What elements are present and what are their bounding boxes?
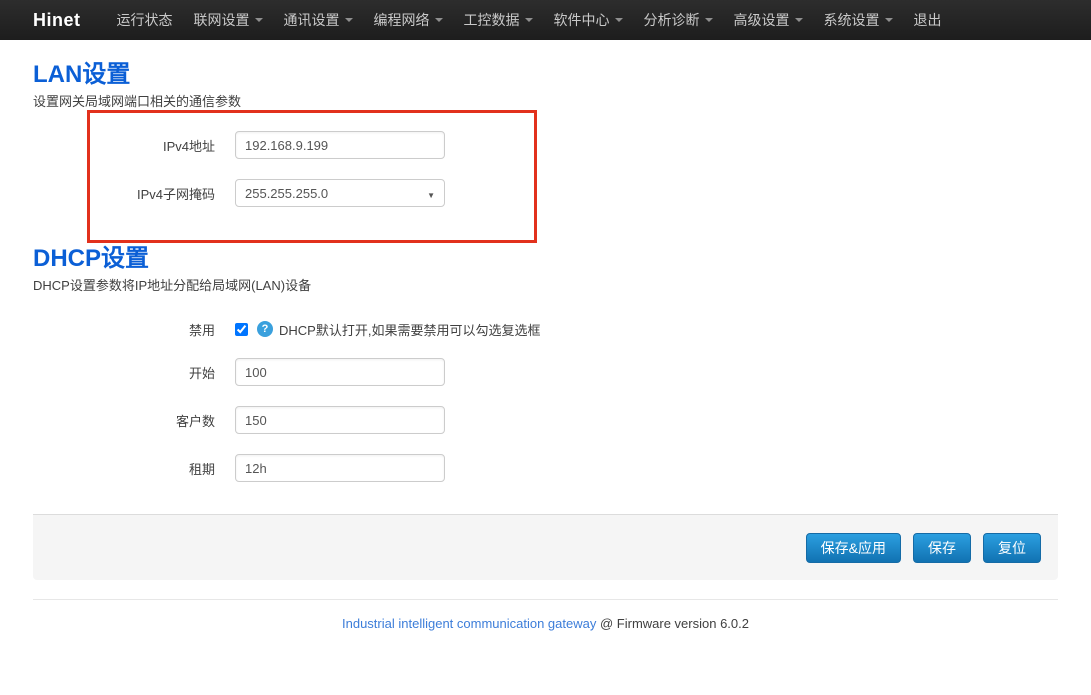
footer-divider [33, 599, 1058, 600]
dhcp-start-label: 开始 [33, 363, 215, 382]
nav-item-programming-network[interactable]: 编程网络 [368, 10, 449, 30]
dhcp-lease-row: 租期 [33, 454, 1058, 482]
nav-item-label: 分析诊断 [644, 10, 700, 30]
chevron-down-icon [427, 186, 435, 201]
chevron-down-icon [255, 18, 263, 22]
chevron-down-icon [525, 18, 533, 22]
lan-settings-section: LAN设置 设置网关局域网端口相关的通信参数 IPv4地址 IPv4子网掩码 2… [33, 62, 1058, 207]
nav-item-label: 编程网络 [374, 10, 430, 30]
chevron-down-icon [615, 18, 623, 22]
ipv4-netmask-row: IPv4子网掩码 255.255.255.0 [33, 179, 1058, 207]
dhcp-section-description: DHCP设置参数将IP地址分配给局域网(LAN)设备 [33, 278, 1058, 294]
dhcp-disable-checkbox[interactable] [235, 323, 248, 336]
chevron-down-icon [345, 18, 353, 22]
dhcp-settings-section: DHCP设置 DHCP设置参数将IP地址分配给局域网(LAN)设备 禁用 DHC… [33, 246, 1058, 482]
ipv4-netmask-value: 255.255.255.0 [245, 186, 328, 201]
dhcp-clients-label: 客户数 [33, 411, 215, 430]
lan-section-title: LAN设置 [33, 62, 1058, 88]
chevron-down-icon [705, 18, 713, 22]
nav-item-network-settings[interactable]: 联网设置 [188, 10, 269, 30]
main-content: LAN设置 设置网关局域网端口相关的通信参数 IPv4地址 IPv4子网掩码 2… [33, 62, 1058, 482]
save-apply-button[interactable]: 保存&应用 [806, 533, 901, 563]
ipv4-netmask-select[interactable]: 255.255.255.0 [235, 179, 445, 207]
dhcp-disable-hint: DHCP默认打开,如果需要禁用可以勾选复选框 [279, 320, 540, 339]
nav-item-software-center[interactable]: 软件中心 [548, 10, 629, 30]
nav-item-advanced-settings[interactable]: 高级设置 [728, 10, 809, 30]
dhcp-lease-input[interactable] [235, 454, 445, 482]
nav-item-label: 工控数据 [464, 10, 520, 30]
nav-item-diagnostics[interactable]: 分析诊断 [638, 10, 719, 30]
dhcp-disable-label: 禁用 [33, 320, 215, 339]
dhcp-clients-row: 客户数 [33, 406, 1058, 434]
nav-item-label: 高级设置 [734, 10, 790, 30]
brand-logo[interactable]: Hinet [33, 10, 81, 31]
nav-menu: 运行状态 联网设置 通讯设置 编程网络 工控数据 软件中心 分析诊断 高级设置 … [111, 10, 957, 30]
dhcp-lease-label: 租期 [33, 459, 215, 478]
dhcp-clients-input[interactable] [235, 406, 445, 434]
reset-button[interactable]: 复位 [983, 533, 1041, 563]
ipv4-address-row: IPv4地址 [33, 131, 1058, 159]
save-button[interactable]: 保存 [913, 533, 971, 563]
nav-item-system-settings[interactable]: 系统设置 [818, 10, 899, 30]
dhcp-start-row: 开始 [33, 358, 1058, 386]
nav-item-comm-settings[interactable]: 通讯设置 [278, 10, 359, 30]
nav-item-label: 退出 [914, 10, 942, 30]
help-icon[interactable] [257, 321, 273, 337]
nav-item-label: 通讯设置 [284, 10, 340, 30]
dhcp-section-title: DHCP设置 [33, 246, 1058, 272]
page-footer: Industrial intelligent communication gat… [0, 616, 1091, 631]
nav-item-label: 软件中心 [554, 10, 610, 30]
lan-section-description: 设置网关局域网端口相关的通信参数 [33, 94, 1058, 110]
nav-item-label: 联网设置 [194, 10, 250, 30]
chevron-down-icon [435, 18, 443, 22]
nav-item-run-status[interactable]: 运行状态 [111, 10, 179, 30]
nav-item-label: 运行状态 [117, 10, 173, 30]
gateway-link[interactable]: Industrial intelligent communication gat… [342, 616, 596, 631]
nav-item-logout[interactable]: 退出 [908, 10, 948, 30]
chevron-down-icon [795, 18, 803, 22]
firmware-version-text: @ Firmware version 6.0.2 [596, 616, 749, 631]
nav-item-label: 系统设置 [824, 10, 880, 30]
top-navbar: Hinet 运行状态 联网设置 通讯设置 编程网络 工控数据 软件中心 分析诊断… [0, 0, 1091, 40]
ipv4-address-input[interactable] [235, 131, 445, 159]
ipv4-address-label: IPv4地址 [33, 136, 215, 155]
dhcp-start-input[interactable] [235, 358, 445, 386]
ipv4-netmask-label: IPv4子网掩码 [33, 184, 215, 203]
page-actions-bar: 保存&应用 保存 复位 [33, 514, 1058, 580]
chevron-down-icon [885, 18, 893, 22]
nav-item-industrial-data[interactable]: 工控数据 [458, 10, 539, 30]
dhcp-disable-row: 禁用 DHCP默认打开,如果需要禁用可以勾选复选框 [33, 320, 1058, 338]
